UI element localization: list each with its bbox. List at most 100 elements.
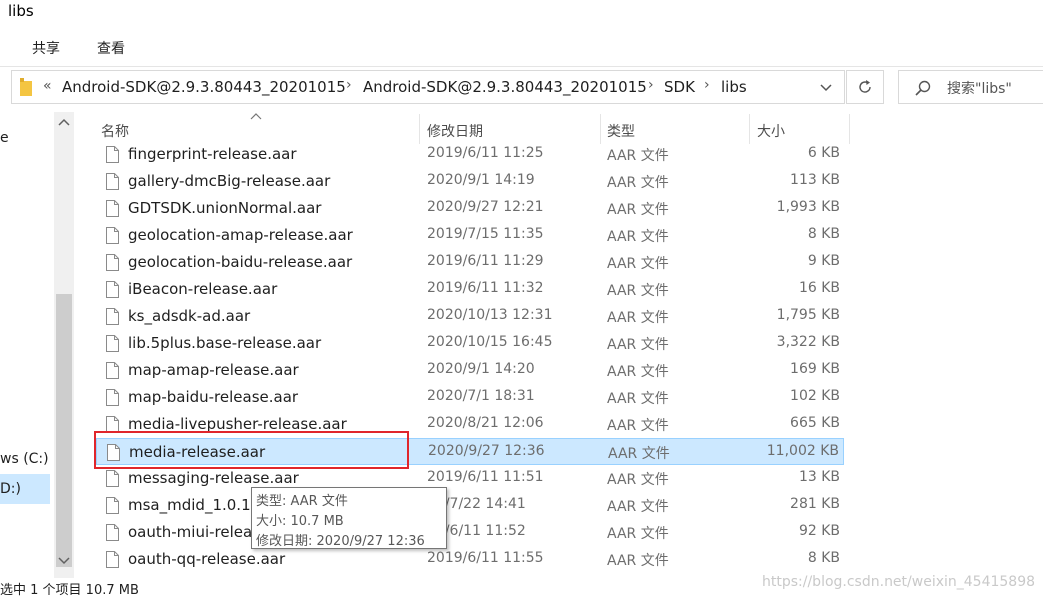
file-date: 2020/10/15 16:45 xyxy=(427,334,553,350)
file-name: iBeacon-release.aar xyxy=(128,280,278,298)
file-date: 2019/6/11 11:25 xyxy=(427,145,544,161)
tab-view[interactable]: 查看 xyxy=(97,38,125,58)
scroll-up-icon[interactable] xyxy=(57,116,71,130)
file-type: AAR 文件 xyxy=(607,499,669,515)
breadcrumb-separator[interactable]: › xyxy=(346,77,352,93)
file-row[interactable]: fingerprint-release.aar 2019/6/11 11:25 AA… xyxy=(96,141,844,168)
tab-share[interactable]: 共享 xyxy=(32,38,60,58)
title-bar-button[interactable] xyxy=(1009,0,1043,26)
file-date: 2020/8/21 12:06 xyxy=(427,415,544,431)
file-icon xyxy=(106,308,119,325)
file-date: 2019/6/11 11:55 xyxy=(427,550,544,566)
file-icon xyxy=(106,524,119,541)
file-icon xyxy=(106,389,119,406)
file-type: AAR 文件 xyxy=(607,337,669,353)
nav-item-partial[interactable]: e xyxy=(0,130,9,146)
file-type: AAR 文件 xyxy=(607,256,669,272)
file-type: AAR 文件 xyxy=(607,472,669,488)
breadcrumb-separator[interactable]: › xyxy=(648,77,654,93)
file-type: AAR 文件 xyxy=(607,202,669,218)
file-size: 11,002 KB xyxy=(766,443,839,459)
breadcrumb-separator[interactable]: › xyxy=(704,77,710,93)
refresh-button[interactable] xyxy=(846,70,884,104)
file-name: ks_adsdk-ad.aar xyxy=(128,307,251,325)
file-size: 281 KB xyxy=(790,496,840,512)
file-row[interactable]: map-amap-release.aar 2020/9/1 14:20 AAR 文件… xyxy=(96,357,844,384)
refresh-icon xyxy=(859,80,871,93)
file-icon xyxy=(106,227,119,244)
file-name: lib.5plus.base-release.aar xyxy=(128,334,322,352)
breadcrumb-item-sdk[interactable]: SDK xyxy=(664,78,695,96)
file-size: 3,322 KB xyxy=(776,334,840,350)
nav-item-drive-c[interactable]: ws (C:) xyxy=(0,451,49,467)
file-size: 113 KB xyxy=(790,172,840,188)
file-row[interactable]: oauth-qq-release.aar 2019/6/11 11:55 AAR 文… xyxy=(96,546,844,573)
column-divider[interactable] xyxy=(419,114,420,144)
folder-icon xyxy=(20,78,32,96)
file-row[interactable]: geolocation-amap-release.aar 2019/7/15 11… xyxy=(96,222,844,249)
file-size: 13 KB xyxy=(798,469,840,485)
tooltip-type: 类型: AAR 文件 xyxy=(256,494,348,509)
window-title: libs xyxy=(8,2,34,20)
file-type: AAR 文件 xyxy=(607,283,669,299)
file-date: 2019/6/11 11:51 xyxy=(427,469,544,485)
file-row[interactable]: iBeacon-release.aar 2019/6/11 11:32 AAR 文件… xyxy=(96,276,844,303)
file-name: messaging-release.aar xyxy=(128,469,299,487)
file-row[interactable]: msa_mdid_1.0.13 20/7/22 14:41 AAR 文件 281 KB xyxy=(96,492,844,519)
file-row[interactable]: GDTSDK.unionNormal.aar 2020/9/27 12:21 AAR… xyxy=(96,195,844,222)
breadcrumb-item-android-sdk-2[interactable]: Android-SDK@2.9.3.80443_20201015 xyxy=(363,78,647,96)
column-header-type[interactable]: 类型 xyxy=(607,121,635,141)
scrollbar-thumb[interactable] xyxy=(56,294,72,567)
file-row[interactable]: messaging-release.aar 2019/6/11 11:51 AAR … xyxy=(96,465,844,492)
breadcrumb-overflow[interactable]: « xyxy=(43,78,52,94)
file-name: msa_mdid_1.0.13 xyxy=(128,496,261,514)
breadcrumb-item-android-sdk-1[interactable]: Android-SDK@2.9.3.80443_20201015 xyxy=(62,78,346,96)
column-divider[interactable] xyxy=(600,114,601,144)
file-size: 169 KB xyxy=(790,361,840,377)
file-type: AAR 文件 xyxy=(607,526,669,542)
file-size: 8 KB xyxy=(807,550,840,566)
status-bar-text: 选中 1 个项目 10.7 MB xyxy=(0,583,139,598)
file-size: 6 KB xyxy=(807,145,840,161)
file-type: AAR 文件 xyxy=(607,148,669,164)
file-row[interactable]: geolocation-baidu-release.aar 2019/6/11 1… xyxy=(96,249,844,276)
file-type: AAR 文件 xyxy=(607,364,669,380)
file-size: 92 KB xyxy=(798,523,840,539)
file-row[interactable]: lib.5plus.base-release.aar 2020/10/15 16:… xyxy=(96,330,844,357)
column-divider[interactable] xyxy=(849,114,850,144)
file-type: AAR 文件 xyxy=(607,310,669,326)
column-header-size[interactable]: 大小 xyxy=(757,121,785,141)
file-name: map-baidu-release.aar xyxy=(128,388,299,406)
file-date: 2020/10/13 12:31 xyxy=(427,307,553,323)
file-icon xyxy=(106,281,119,298)
file-row[interactable]: map-baidu-release.aar 2020/7/1 18:31 AAR 文… xyxy=(96,384,844,411)
file-type: AAR 文件 xyxy=(607,229,669,245)
column-divider[interactable] xyxy=(749,114,750,144)
file-name: oauth-miui-relea xyxy=(128,523,253,541)
file-row[interactable]: gallery-dmcBig-release.aar 2020/9/1 14:19… xyxy=(96,168,844,195)
file-date: 2020/9/1 14:19 xyxy=(427,172,535,188)
column-header-name[interactable]: 名称 xyxy=(101,121,129,141)
file-row[interactable]: oauth-miui-relea 19/6/11 11:52 AAR 文件 92 KB xyxy=(96,519,844,546)
file-name: GDTSDK.unionNormal.aar xyxy=(128,199,322,217)
file-type: AAR 文件 xyxy=(608,446,670,462)
search-input[interactable]: 搜索"libs" xyxy=(947,78,1012,98)
file-row[interactable]: ks_adsdk-ad.aar 2020/10/13 12:31 AAR 文件 1,7… xyxy=(96,303,844,330)
file-icon xyxy=(106,146,119,163)
file-size: 8 KB xyxy=(807,226,840,242)
file-type: AAR 文件 xyxy=(607,175,669,191)
nav-item-drive-d[interactable]: D:) xyxy=(0,481,21,497)
breadcrumb-item-libs[interactable]: libs xyxy=(721,78,747,96)
column-header-date[interactable]: 修改日期 xyxy=(427,121,483,141)
file-icon xyxy=(106,497,119,514)
chevron-down-icon[interactable] xyxy=(819,80,833,94)
ribbon-divider xyxy=(0,66,1043,67)
file-size: 16 KB xyxy=(798,280,840,296)
file-name: map-amap-release.aar xyxy=(128,361,299,379)
file-date: 2020/9/27 12:21 xyxy=(427,199,544,215)
highlight-box xyxy=(94,431,409,469)
file-name: geolocation-baidu-release.aar xyxy=(128,253,353,271)
file-name: oauth-qq-release.aar xyxy=(128,550,286,568)
scroll-down-icon[interactable] xyxy=(57,553,71,567)
file-date: 2019/6/11 11:32 xyxy=(427,280,544,296)
